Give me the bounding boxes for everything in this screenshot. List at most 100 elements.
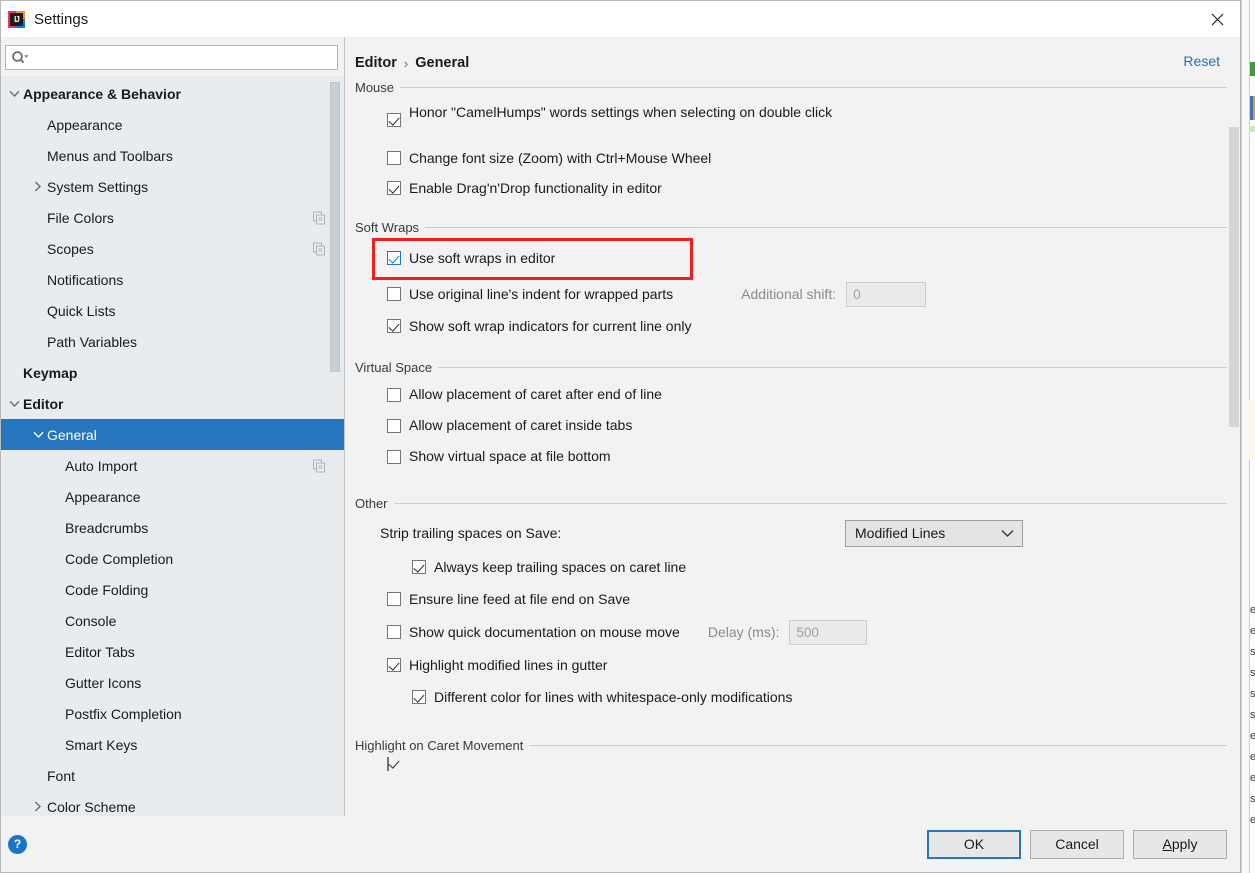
- checkbox-row-change-font-size[interactable]: Change font size (Zoom) with Ctrl+Mouse …: [355, 143, 1230, 173]
- checkbox-virtual-space-bottom[interactable]: [387, 450, 401, 464]
- checkbox-row-quick-documentation[interactable]: Show quick documentation on mouse move D…: [355, 615, 1230, 649]
- help-button[interactable]: ?: [8, 835, 27, 854]
- close-window-button[interactable]: [1194, 1, 1240, 37]
- sidebar-item-scopes[interactable]: Scopes: [1, 233, 344, 264]
- checkbox-different-color-whitespace[interactable]: [412, 690, 426, 704]
- checkbox-clipped-highlight[interactable]: [387, 757, 389, 771]
- settings-dialog-screen: eesssseeese IJ Settings: [0, 0, 1255, 873]
- sidebar-item-label: General: [47, 427, 97, 443]
- checkbox-row-caret-after-eol[interactable]: Allow placement of caret after end of li…: [355, 379, 1230, 410]
- search-input[interactable]: [29, 47, 337, 68]
- sidebar-item-console[interactable]: Console: [1, 605, 344, 636]
- sidebar-item-notifications[interactable]: Notifications: [1, 264, 344, 295]
- sidebar-item-code-folding[interactable]: Code Folding: [1, 574, 344, 605]
- checkbox-row-always-keep-trailing[interactable]: Always keep trailing spaces on caret lin…: [355, 551, 1230, 583]
- sidebar-item-smart-keys[interactable]: Smart Keys: [1, 729, 344, 760]
- copy-icon[interactable]: [313, 459, 326, 472]
- settings-content-pane: Editor › General Reset Mouse H: [345, 37, 1240, 816]
- intellij-logo-icon: IJ: [8, 11, 25, 28]
- checkbox-honor-camelhumps[interactable]: [387, 113, 401, 127]
- input-delay-ms[interactable]: 500: [789, 620, 867, 645]
- sidebar-item-file-colors[interactable]: File Colors: [1, 202, 344, 233]
- sidebar-item-breadcrumbs[interactable]: Breadcrumbs: [1, 512, 344, 543]
- chevron-right-icon[interactable]: [29, 798, 47, 816]
- sidebar-item-postfix-completion[interactable]: Postfix Completion: [1, 698, 344, 729]
- checkbox-quick-documentation[interactable]: [387, 625, 401, 639]
- checkbox-row-use-original-indent[interactable]: Use original line's indent for wrapped p…: [355, 277, 1230, 311]
- background-code-token-green: [1250, 62, 1255, 76]
- group-highlight-caret-movement: Highlight on Caret Movement: [355, 737, 1230, 771]
- sidebar-item-appearance[interactable]: Appearance: [1, 109, 344, 140]
- sidebar-item-gutter-icons[interactable]: Gutter Icons: [1, 667, 344, 698]
- tree-spacer: [29, 302, 47, 320]
- checkbox-highlight-modified-lines[interactable]: [387, 658, 401, 672]
- checkbox-show-soft-wrap-indicators[interactable]: [387, 319, 401, 333]
- copy-icon[interactable]: [313, 211, 326, 224]
- settings-tree[interactable]: Appearance & BehaviorAppearanceMenus and…: [1, 76, 344, 816]
- ok-button[interactable]: OK: [927, 830, 1021, 859]
- sidebar-item-quick-lists[interactable]: Quick Lists: [1, 295, 344, 326]
- copy-icon[interactable]: [313, 242, 326, 255]
- chevron-right-icon[interactable]: [29, 178, 47, 196]
- checkbox-caret-after-eol[interactable]: [387, 388, 401, 402]
- checkbox-row-highlight-modified-lines[interactable]: Highlight modified lines in gutter: [355, 649, 1230, 681]
- sidebar-item-appearance-behavior[interactable]: Appearance & Behavior: [1, 78, 344, 109]
- label-delay-ms: Delay (ms):: [708, 624, 780, 640]
- sidebar-item-editor-tabs[interactable]: Editor Tabs: [1, 636, 344, 667]
- sidebar-scrollbar-thumb[interactable]: [330, 82, 340, 372]
- content-scrollbar-track[interactable]: [1227, 81, 1240, 816]
- group-other-header: Other: [355, 495, 1230, 511]
- breadcrumb: Editor › General Reset: [345, 37, 1240, 75]
- checkbox-always-keep-trailing[interactable]: [412, 560, 426, 574]
- breadcrumb-parent[interactable]: Editor: [355, 55, 397, 71]
- cancel-button[interactable]: Cancel: [1030, 830, 1124, 859]
- checkbox-row-virtual-space-bottom[interactable]: Show virtual space at file bottom: [355, 441, 1230, 472]
- chevron-down-icon[interactable]: [5, 395, 23, 413]
- checkbox-change-font-size[interactable]: [387, 151, 401, 165]
- checkbox-drag-n-drop[interactable]: [387, 181, 401, 195]
- sidebar-item-menus-and-toolbars[interactable]: Menus and Toolbars: [1, 140, 344, 171]
- sidebar-item-system-settings[interactable]: System Settings: [1, 171, 344, 202]
- sidebar-item-label: Gutter Icons: [65, 675, 141, 691]
- dialog-title: Settings: [34, 11, 88, 28]
- label-use-soft-wraps: Use soft wraps in editor: [409, 249, 555, 268]
- checkbox-row-clipped[interactable]: [355, 757, 1230, 771]
- group-mouse: Mouse Honor "CamelHumps" words settings …: [355, 79, 1230, 203]
- checkbox-caret-inside-tabs[interactable]: [387, 419, 401, 433]
- group-mouse-title: Mouse: [355, 80, 400, 95]
- dropdown-strip-trailing-spaces[interactable]: Modified Lines: [845, 520, 1023, 547]
- sidebar-item-color-scheme[interactable]: Color Scheme: [1, 791, 344, 816]
- checkbox-row-different-color-whitespace[interactable]: Different color for lines with whitespac…: [355, 681, 1230, 713]
- chevron-down-icon[interactable]: [5, 85, 23, 103]
- chevron-down-icon[interactable]: [29, 426, 47, 444]
- sidebar-item-label: Editor Tabs: [65, 644, 135, 660]
- search-box[interactable]: [5, 45, 338, 70]
- sidebar-item-editor[interactable]: Editor: [1, 388, 344, 419]
- checkbox-row-honor-camelhumps[interactable]: Honor "CamelHumps" words settings when s…: [355, 99, 1230, 143]
- apply-button-mnemonic: A: [1162, 836, 1171, 852]
- apply-button[interactable]: Apply: [1133, 830, 1227, 859]
- sidebar-item-font[interactable]: Font: [1, 760, 344, 791]
- input-additional-shift[interactable]: 0: [846, 282, 926, 307]
- sidebar-item-keymap[interactable]: Keymap: [1, 357, 344, 388]
- sidebar-item-auto-import[interactable]: Auto Import: [1, 450, 344, 481]
- checkbox-row-show-soft-wrap-indicators[interactable]: Show soft wrap indicators for current li…: [355, 311, 1230, 341]
- sidebar-item-code-completion[interactable]: Code Completion: [1, 543, 344, 574]
- sidebar-item-general[interactable]: General: [1, 419, 344, 450]
- tree-spacer: [29, 333, 47, 351]
- checkbox-row-use-soft-wraps[interactable]: Use soft wraps in editor: [355, 239, 1230, 277]
- checkbox-row-drag-n-drop[interactable]: Enable Drag'n'Drop functionality in edit…: [355, 173, 1230, 203]
- checkbox-row-caret-inside-tabs[interactable]: Allow placement of caret inside tabs: [355, 410, 1230, 441]
- sidebar-item-appearance[interactable]: Appearance: [1, 481, 344, 512]
- content-scrollbar-thumb[interactable]: [1229, 127, 1239, 427]
- tree-spacer: [47, 705, 65, 723]
- sidebar-search-area: [1, 37, 344, 76]
- group-soft-wraps: Soft Wraps Use soft wraps in editor Use …: [355, 219, 1230, 341]
- checkbox-row-ensure-line-feed[interactable]: Ensure line feed at file end on Save: [355, 583, 1230, 615]
- checkbox-ensure-line-feed[interactable]: [387, 592, 401, 606]
- reset-link[interactable]: Reset: [1183, 53, 1220, 69]
- sidebar-item-path-variables[interactable]: Path Variables: [1, 326, 344, 357]
- settings-dialog: IJ Settings: [0, 0, 1241, 873]
- checkbox-use-soft-wraps[interactable]: [387, 251, 401, 265]
- checkbox-use-original-indent[interactable]: [387, 287, 401, 301]
